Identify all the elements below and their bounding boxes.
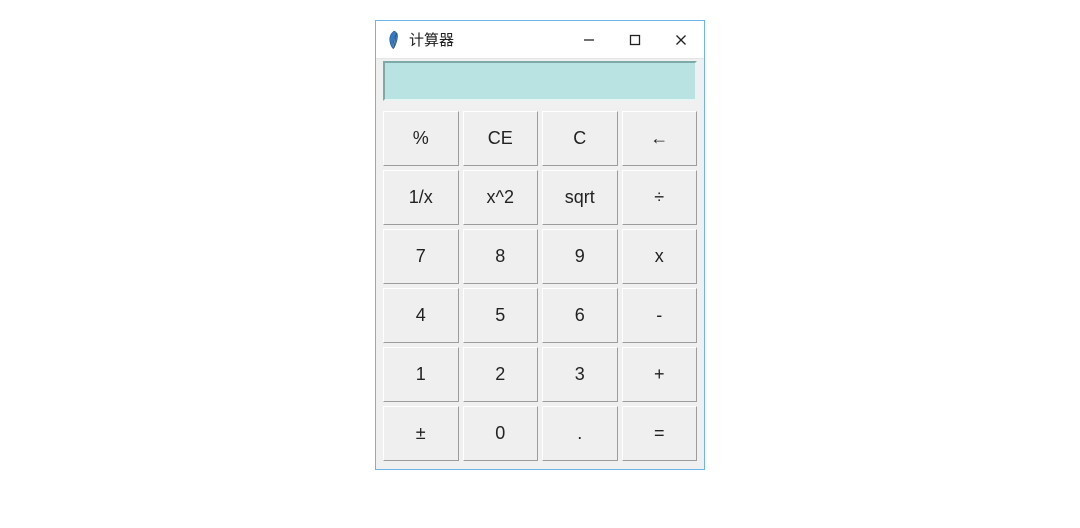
equals-button[interactable]: = bbox=[622, 406, 698, 461]
digit-7-button[interactable]: 7 bbox=[383, 229, 459, 284]
digit-6-button[interactable]: 6 bbox=[542, 288, 618, 343]
window-title: 计算器 bbox=[409, 29, 454, 50]
subtract-button[interactable]: - bbox=[622, 288, 698, 343]
titlebar: 计算器 bbox=[376, 21, 704, 59]
clear-entry-button[interactable]: CE bbox=[463, 111, 539, 166]
display-area bbox=[376, 59, 704, 111]
maximize-icon bbox=[629, 34, 641, 46]
digit-3-button[interactable]: 3 bbox=[542, 347, 618, 402]
digit-5-button[interactable]: 5 bbox=[463, 288, 539, 343]
minimize-button[interactable] bbox=[566, 21, 612, 59]
close-button[interactable] bbox=[658, 21, 704, 59]
close-icon bbox=[675, 34, 687, 46]
plus-minus-button[interactable]: ± bbox=[383, 406, 459, 461]
multiply-button[interactable]: x bbox=[622, 229, 698, 284]
percent-button[interactable]: % bbox=[383, 111, 459, 166]
digit-9-button[interactable]: 9 bbox=[542, 229, 618, 284]
backspace-button[interactable]: ← bbox=[622, 111, 698, 166]
sqrt-button[interactable]: sqrt bbox=[542, 170, 618, 225]
decimal-button[interactable]: . bbox=[542, 406, 618, 461]
digit-4-button[interactable]: 4 bbox=[383, 288, 459, 343]
reciprocal-button[interactable]: 1/x bbox=[383, 170, 459, 225]
digit-1-button[interactable]: 1 bbox=[383, 347, 459, 402]
keypad: % CE C ← 1/x x^2 sqrt ÷ 7 8 9 x 4 5 6 - … bbox=[376, 111, 704, 469]
calculator-window: 计算器 % CE C ← 1/x x^2 sqrt ÷ 7 8 9 x 4 5 … bbox=[375, 20, 705, 470]
display-input[interactable] bbox=[383, 61, 697, 101]
digit-8-button[interactable]: 8 bbox=[463, 229, 539, 284]
square-button[interactable]: x^2 bbox=[463, 170, 539, 225]
digit-0-button[interactable]: 0 bbox=[463, 406, 539, 461]
minimize-icon bbox=[583, 34, 595, 46]
add-button[interactable]: + bbox=[622, 347, 698, 402]
feather-icon bbox=[385, 29, 403, 51]
digit-2-button[interactable]: 2 bbox=[463, 347, 539, 402]
divide-button[interactable]: ÷ bbox=[622, 170, 698, 225]
maximize-button[interactable] bbox=[612, 21, 658, 59]
clear-button[interactable]: C bbox=[542, 111, 618, 166]
